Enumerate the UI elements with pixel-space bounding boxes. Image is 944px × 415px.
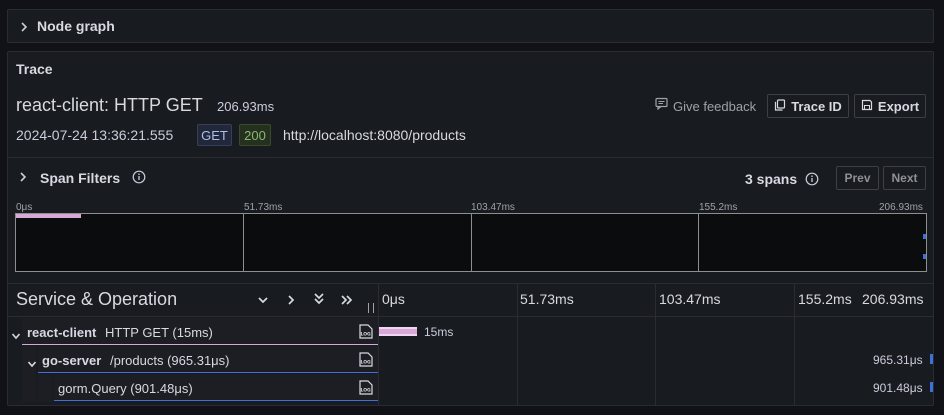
minimap-tick: 155.2ms [699, 202, 738, 213]
log-icon[interactable]: LOG [359, 352, 373, 367]
give-feedback-link[interactable]: Give feedback [655, 97, 756, 115]
comment-icon [655, 97, 668, 115]
chevron-right-icon[interactable] [16, 170, 30, 184]
export-button[interactable]: Export [854, 94, 926, 118]
info-icon [132, 170, 146, 189]
trace-id-button[interactable]: Trace ID [767, 94, 849, 118]
span-bar[interactable] [930, 382, 933, 392]
save-icon [861, 99, 873, 114]
node-graph-title[interactable]: Node graph [37, 18, 115, 34]
minimap-span-bar [16, 214, 81, 218]
http-status-badge: 200 [239, 124, 271, 146]
next-label: Next [891, 171, 918, 185]
minimap-gridline [471, 213, 472, 272]
give-feedback-label: Give feedback [673, 98, 757, 114]
minimap-tick: 103.47ms [471, 202, 515, 213]
timeline-tick: 0μs [382, 291, 405, 307]
panel-title: Trace [16, 61, 53, 77]
info-icon [805, 172, 819, 191]
svg-text:LOG: LOG [361, 360, 372, 366]
span-bar[interactable] [930, 354, 933, 364]
trace-name: react-client: HTTP GET [16, 95, 203, 115]
trace-timestamp: 2024-07-24 13:36:21.555 [16, 127, 174, 143]
span-duration-label: 15ms [424, 325, 454, 339]
copy-icon [774, 98, 786, 114]
indent-guide [38, 374, 52, 402]
operation-name: /products (965.31μs) [110, 353, 230, 368]
service-name: go-server [42, 353, 102, 368]
operation-name: gorm.Query (901.48μs) [58, 381, 193, 396]
trace-duration: 206.93ms [217, 99, 275, 114]
divider [8, 157, 933, 158]
chevron-right-icon[interactable] [17, 20, 31, 34]
prev-label: Prev [844, 171, 871, 185]
column-title: Service & Operation [16, 289, 178, 309]
node-graph-panel: Node graph [7, 9, 934, 43]
minimap-tick: 0μs [16, 202, 33, 213]
trace-url: http://localhost:8080/products [283, 127, 466, 143]
minimap-tick: 51.73ms [244, 202, 283, 213]
collapse-all-icon[interactable] [313, 292, 325, 311]
minimap-span-bar [923, 254, 926, 259]
service-name: react-client [27, 325, 97, 340]
log-icon[interactable]: LOG [359, 324, 373, 339]
span-count: 3 spans [745, 171, 798, 187]
http-method-badge: GET [197, 124, 232, 146]
expand-all-icon[interactable] [340, 293, 354, 311]
expand-one-icon[interactable] [285, 293, 297, 311]
span-bar[interactable] [379, 327, 417, 336]
chevron-down-icon[interactable] [27, 355, 37, 373]
column-resizer[interactable] [368, 303, 374, 313]
log-icon[interactable]: LOG [359, 380, 373, 395]
timeline-tick: 206.93ms [862, 291, 924, 307]
minimap-span-bar [923, 234, 926, 239]
span-filters-label[interactable]: Span Filters [40, 170, 120, 186]
svg-text:LOG: LOG [361, 332, 372, 338]
next-button[interactable]: Next [883, 166, 926, 190]
span-duration-label: 901.48μs [873, 381, 923, 395]
trace-id-label: Trace ID [791, 98, 842, 114]
indent-guide [22, 374, 36, 402]
chevron-down-icon[interactable] [11, 327, 21, 345]
minimap-tick: 206.93ms [879, 202, 923, 213]
span-duration-label: 965.31μs [873, 353, 923, 367]
export-label: Export [877, 98, 920, 114]
svg-text:LOG: LOG [361, 388, 372, 394]
minimap-gridline [698, 213, 699, 272]
prev-button[interactable]: Prev [836, 166, 879, 190]
minimap-gridline [243, 213, 244, 272]
operation-name: HTTP GET (15ms) [105, 325, 213, 340]
collapse-one-icon[interactable] [257, 293, 269, 311]
timeline-tick: 103.47ms [659, 291, 721, 307]
timeline-tick: 155.2ms [798, 291, 852, 307]
timeline-tick: 51.73ms [520, 291, 574, 307]
